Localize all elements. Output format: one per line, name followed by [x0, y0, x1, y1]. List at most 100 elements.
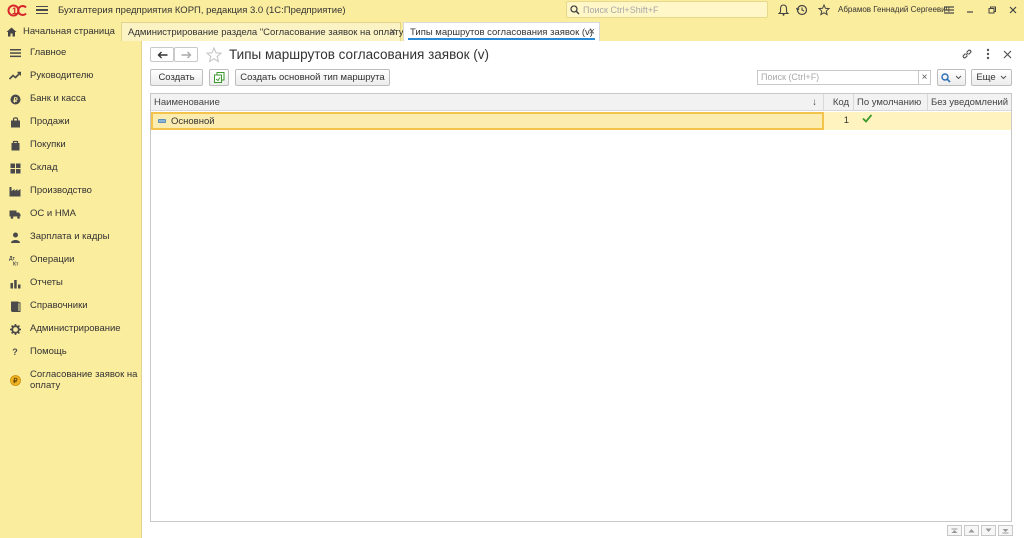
bag-icon [9, 116, 21, 128]
user-name[interactable]: Абрамов Геннадий Сергеевич [838, 5, 950, 14]
arrow-left-icon [157, 51, 167, 58]
column-header-no-notifications[interactable]: Без уведомлений [928, 94, 1011, 111]
triangle-down-icon [985, 528, 992, 532]
history-icon[interactable] [795, 3, 809, 17]
route-types-table[interactable]: Наименование ↓ Код По умолчанию Без увед… [150, 93, 1012, 522]
sidebar-item-label: Банк и касса [30, 93, 86, 104]
copy-button[interactable] [209, 69, 229, 86]
svg-text:₽: ₽ [13, 377, 18, 385]
copy-icon [213, 72, 224, 83]
coin-icon: ₽ [9, 374, 21, 386]
tabs-bar: Начальная страница Администрирование раз… [0, 20, 1024, 41]
triangle-up-icon [968, 529, 975, 533]
catalog-item-icon [158, 119, 166, 123]
more-vertical-icon[interactable] [982, 48, 994, 60]
scroll-bottom-icon [1002, 528, 1009, 533]
sidebar-item-label: Справочники [30, 300, 88, 311]
list-icon [9, 47, 21, 59]
favorites-star-icon[interactable] [817, 3, 831, 17]
sidebar-item-label: Производство [30, 185, 92, 196]
title-bar: 1 Бухгалтерия предприятия КОРП, редакция… [0, 0, 1024, 20]
question-icon: ? [12, 347, 18, 357]
minimize-icon[interactable] [963, 3, 977, 17]
sidebar-item-label: ОС и НМА [30, 208, 76, 219]
sidebar-item-label: Руководителю [30, 70, 94, 81]
list-search-input[interactable]: Поиск (Ctrl+F) [757, 70, 919, 85]
tab-administration[interactable]: Администрирование раздела "Согласование … [121, 22, 407, 41]
cell-no-notifications[interactable] [928, 112, 1011, 130]
svg-text:Кт: Кт [13, 261, 19, 266]
arrow-right-icon [181, 51, 191, 58]
cell-code[interactable]: 1 [824, 112, 854, 130]
close-window-icon[interactable] [1006, 3, 1020, 17]
bar-chart-icon [9, 277, 21, 289]
cell-name[interactable]: Основной [151, 112, 824, 130]
more-actions-label: Еще [976, 72, 996, 83]
tab-label: Типы маршрутов согласования заявок (v) [410, 26, 593, 38]
close-tab-icon[interactable]: × [390, 26, 396, 38]
chart-up-icon [9, 70, 21, 82]
main-form: Типы маршрутов согласования заявок (v) С… [142, 41, 1024, 538]
gear-icon [9, 323, 21, 335]
search-options-button[interactable] [937, 69, 966, 86]
scroll-up-button[interactable] [964, 525, 979, 536]
search-icon [570, 4, 580, 15]
book-icon [9, 300, 21, 312]
restore-icon[interactable] [985, 3, 999, 17]
sidebar-item-label: Отчеты [30, 277, 63, 288]
home-icon [6, 27, 17, 36]
close-tab-icon[interactable]: × [589, 26, 595, 38]
sort-arrow-icon: ↓ [812, 97, 817, 108]
sidebar-item-label: Согласование заявок на оплату [30, 369, 138, 391]
sidebar-item-label: Продажи [30, 116, 70, 127]
sidebar-item-label: Операции [30, 254, 75, 265]
scroll-top-button[interactable] [947, 525, 962, 536]
table-row[interactable]: Основной 1 [151, 112, 1011, 130]
column-header-code[interactable]: Код [824, 94, 854, 111]
bell-icon[interactable] [776, 3, 790, 17]
column-header-name[interactable]: Наименование ↓ [151, 94, 824, 111]
page-title: Типы маршрутов согласования заявок (v) [229, 47, 490, 62]
svg-text:1: 1 [12, 6, 17, 16]
create-main-route-type-button[interactable]: Создать основной тип маршрута [235, 69, 390, 86]
column-header-default[interactable]: По умолчанию [854, 94, 928, 111]
checkmark-icon [862, 114, 873, 123]
sidebar-item-label: Покупки [30, 139, 66, 150]
column-header-label: Наименование [154, 97, 220, 108]
table-header: Наименование ↓ Код По умолчанию Без увед… [151, 94, 1011, 111]
back-button[interactable] [150, 47, 174, 62]
dt-kt-icon: Дт Кт [9, 254, 21, 266]
create-button[interactable]: Создать [150, 69, 203, 86]
cell-name-text: Основной [171, 115, 215, 127]
tab-label: Администрирование раздела "Согласование … [128, 26, 407, 38]
tab-home-label: Начальная страница [23, 26, 115, 37]
tab-route-types[interactable]: Типы маршрутов согласования заявок (v) × [403, 22, 600, 41]
forward-button[interactable] [174, 47, 198, 62]
sidebar-item-label: Помощь [30, 346, 67, 357]
chevron-down-icon [1000, 75, 1007, 80]
add-to-favorites-star-icon[interactable] [206, 47, 222, 63]
close-form-icon[interactable] [1001, 48, 1013, 60]
scroll-down-button[interactable] [981, 525, 996, 536]
person-icon [9, 231, 21, 243]
link-icon[interactable] [961, 48, 973, 60]
scroll-top-icon [951, 528, 958, 533]
global-search-placeholder: Поиск Ctrl+Shift+F [583, 4, 659, 15]
truck-icon [9, 208, 21, 220]
sidebar-item-label: Главное [30, 47, 67, 58]
scroll-bottom-button[interactable] [998, 525, 1013, 536]
search-icon [941, 72, 951, 83]
settings-menu-icon[interactable] [942, 3, 956, 17]
tab-home[interactable]: Начальная страница [0, 22, 119, 41]
1c-logo-icon: 1 [7, 3, 29, 17]
svg-text:₽: ₽ [13, 96, 18, 104]
sidebar-item-label: Администрирование [30, 323, 121, 334]
main-menu-icon[interactable] [36, 5, 48, 15]
app-title: Бухгалтерия предприятия КОРП, редакция 3… [58, 4, 346, 16]
more-actions-button[interactable]: Еще [971, 69, 1012, 86]
sections-sidebar: Главное Руководителю ₽ Банк и касса Прод… [0, 41, 142, 538]
sidebar-item-label: Зарплата и кадры [30, 231, 110, 242]
cell-default[interactable] [862, 112, 882, 130]
global-search-input[interactable]: Поиск Ctrl+Shift+F [566, 1, 768, 18]
clear-search-button[interactable]: × [918, 70, 931, 85]
